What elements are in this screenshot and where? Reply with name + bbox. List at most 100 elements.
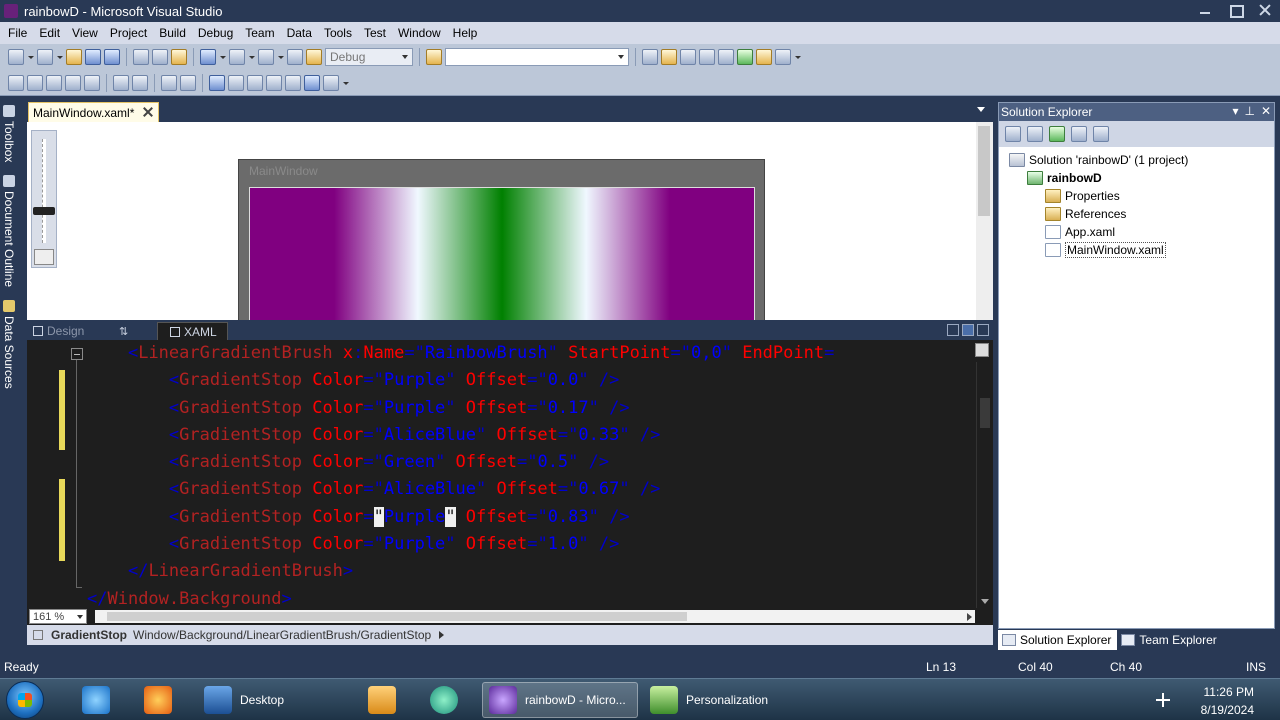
vertical-split-icon[interactable] <box>947 324 959 336</box>
taskbar-browser[interactable] <box>424 682 466 718</box>
code-line[interactable]: <GradientStop Color="Purple" Offset="0.1… <box>87 395 977 422</box>
find-combo[interactable] <box>445 48 629 66</box>
code-line[interactable]: <GradientStop Color="Purple" Offset="1.0… <box>87 531 977 558</box>
data-sources-tab[interactable]: Data Sources <box>1 300 17 389</box>
start-button[interactable] <box>6 681 44 719</box>
code-line[interactable]: <LinearGradientBrush x:Name="RainbowBrus… <box>87 340 977 367</box>
fit-to-view-icon[interactable] <box>34 249 54 265</box>
find-in-files-icon[interactable] <box>642 49 658 65</box>
scrollbar-thumb[interactable] <box>978 126 990 216</box>
tab-solution-explorer[interactable]: Solution Explorer <box>998 630 1118 650</box>
navigate-icon[interactable] <box>258 49 274 65</box>
command-window-icon[interactable] <box>775 49 791 65</box>
decrease-indent-icon[interactable] <box>113 74 129 91</box>
split-handle-icon[interactable] <box>975 343 989 357</box>
view-code-icon[interactable] <box>1071 126 1087 142</box>
increase-indent-icon[interactable] <box>132 74 148 91</box>
next-bookmark-icon[interactable] <box>247 74 263 91</box>
cut-icon[interactable] <box>133 49 149 65</box>
minimize-icon[interactable] <box>1194 2 1216 18</box>
paste-icon[interactable] <box>171 49 187 65</box>
tree-item[interactable]: MainWindow.xaml <box>999 241 1274 259</box>
copy-icon[interactable] <box>152 49 168 65</box>
scrollbar-thumb[interactable] <box>980 398 990 428</box>
code-line[interactable]: </Window.Background> <box>87 586 977 608</box>
open-folder-icon[interactable] <box>66 49 82 65</box>
comment-icon[interactable] <box>161 74 177 91</box>
show-all-files-icon[interactable] <box>1027 126 1043 142</box>
toggle-bookmark-icon[interactable] <box>323 74 339 91</box>
tree-item[interactable]: App.xaml <box>999 223 1274 241</box>
menu-project[interactable]: Project <box>104 26 153 40</box>
editor-horizontal-scrollbar[interactable] <box>95 610 975 623</box>
add-item-icon[interactable] <box>37 49 53 65</box>
chevron-down-icon[interactable] <box>219 49 226 65</box>
align-lefts-icon[interactable] <box>8 74 24 91</box>
breadcrumb-path[interactable]: Window/Background/LinearGradientBrush/Gr… <box>133 628 431 642</box>
properties-window-icon[interactable] <box>680 49 696 65</box>
zoom-slider-thumb[interactable] <box>33 207 55 215</box>
clock-time[interactable]: 11:26 PM <box>1204 685 1254 699</box>
view-designer-icon[interactable] <box>1093 126 1109 142</box>
collapse-region-icon[interactable] <box>71 348 83 360</box>
clock-date[interactable]: 8/19/2024 <box>1201 703 1254 717</box>
tab-team-explorer[interactable]: Team Explorer <box>1117 630 1222 650</box>
tab-xaml[interactable]: XAML <box>157 322 228 340</box>
maximize-icon[interactable] <box>1224 2 1246 18</box>
extension-manager-icon[interactable] <box>756 49 772 65</box>
tab-design[interactable]: Design <box>33 323 119 339</box>
taskbar-personalization[interactable]: Personalization <box>644 682 784 718</box>
menu-team[interactable]: Team <box>239 26 280 40</box>
clear-bookmarks-icon[interactable] <box>304 74 320 91</box>
editor-vertical-scrollbar[interactable] <box>976 362 993 608</box>
scroll-right-icon[interactable] <box>967 613 972 621</box>
start-debugging-icon[interactable] <box>306 49 322 65</box>
bookmark-icon[interactable] <box>209 74 225 91</box>
text-format-icon[interactable] <box>65 74 81 91</box>
design-xaml-splitter[interactable]: Design ⇅ XAML <box>27 320 993 340</box>
breadcrumb-element[interactable]: GradientStop <box>51 628 127 642</box>
xaml-code-editor[interactable]: <LinearGradientBrush x:Name="RainbowBrus… <box>27 340 993 608</box>
properties-icon[interactable] <box>1005 126 1021 142</box>
menu-file[interactable]: File <box>2 26 33 40</box>
rainbow-gradient-background[interactable] <box>249 187 755 320</box>
design-window-frame[interactable]: MainWindow <box>238 159 765 320</box>
menu-build[interactable]: Build <box>153 26 192 40</box>
uncomment-icon[interactable] <box>180 74 196 91</box>
object-browser-icon[interactable] <box>699 49 715 65</box>
tree-item[interactable]: References <box>999 205 1274 223</box>
chevron-down-icon[interactable]: ▾ <box>1232 104 1238 118</box>
menu-help[interactable]: Help <box>447 26 484 40</box>
toolbox-icon[interactable] <box>718 49 734 65</box>
chevron-down-icon[interactable] <box>342 75 349 91</box>
scrollbar-thumb[interactable] <box>107 612 687 621</box>
pin-icon[interactable]: ⊥ <box>1244 104 1254 118</box>
taskbar-internet-explorer[interactable] <box>76 682 118 718</box>
solution-configuration-select[interactable]: Debug <box>325 48 413 66</box>
swap-panes-icon[interactable]: ⇅ <box>119 325 128 338</box>
menu-debug[interactable]: Debug <box>192 26 239 40</box>
taskbar-visual-studio[interactable]: rainbowD - Micro... <box>482 682 638 718</box>
solution-explorer-icon[interactable] <box>661 49 677 65</box>
menu-test[interactable]: Test <box>358 26 392 40</box>
network-icon[interactable] <box>1156 693 1170 707</box>
collapse-pane-icon[interactable] <box>977 324 989 336</box>
previous-bookmark-icon[interactable] <box>228 74 244 91</box>
horizontal-split-icon[interactable] <box>962 324 974 336</box>
save-all-icon[interactable] <box>104 49 120 65</box>
code-line[interactable]: <GradientStop Color="Purple" Offset="0.8… <box>87 504 977 531</box>
chevron-down-icon[interactable] <box>248 49 255 65</box>
next-bookmark-folder-icon[interactable] <box>285 74 301 91</box>
code-line[interactable]: <GradientStop Color="AliceBlue" Offset="… <box>87 422 977 449</box>
menu-window[interactable]: Window <box>392 26 447 40</box>
align-rights-icon[interactable] <box>46 74 62 91</box>
editor-zoom-combo[interactable]: 161 % <box>29 609 87 624</box>
save-icon[interactable] <box>85 49 101 65</box>
zoom-slider[interactable] <box>31 130 57 268</box>
menu-view[interactable]: View <box>66 26 104 40</box>
chevron-down-icon[interactable] <box>794 49 801 65</box>
chevron-down-icon[interactable] <box>56 49 63 65</box>
chevron-down-icon[interactable] <box>277 49 284 65</box>
tree-item[interactable]: Solution 'rainbowD' (1 project) <box>999 151 1274 169</box>
format-document-icon[interactable] <box>84 74 100 91</box>
